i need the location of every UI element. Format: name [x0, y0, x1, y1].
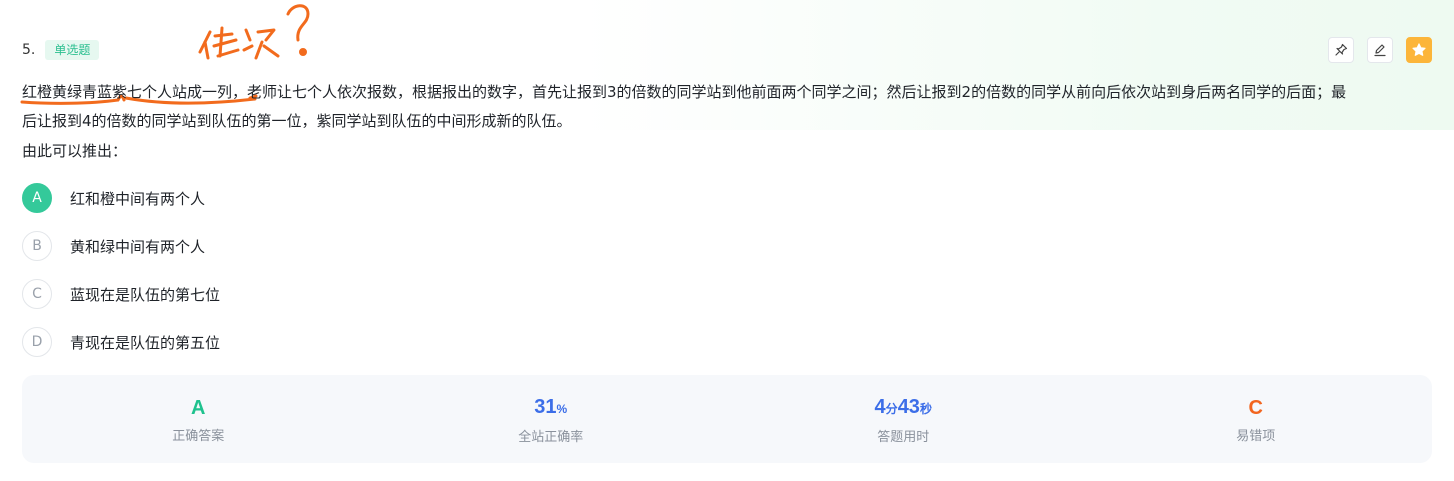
error-prone-value: C — [1248, 396, 1263, 419]
option-letter: A — [22, 183, 52, 213]
stem-line-2: 后让报到4的倍数的同学站到队伍的第一位，紫同学站到队伍的中间形成新的队伍。 — [22, 112, 572, 130]
option-c[interactable]: C 蓝现在是队伍的第七位 — [22, 278, 220, 310]
error-prone-label: 易错项 — [1236, 428, 1276, 444]
stat-correct-answer: A 正确答案 — [22, 375, 375, 463]
time-minutes-unit: 分 — [885, 401, 898, 416]
option-b[interactable]: B 黄和绿中间有两个人 — [22, 230, 205, 262]
question-number: 5. — [22, 42, 36, 58]
question-toolbar — [1328, 37, 1432, 63]
stat-time: 4分43秒 答题用时 — [727, 375, 1080, 463]
pin-icon — [1335, 43, 1348, 56]
question-type-badge: 单选题 — [45, 40, 100, 60]
edit-button[interactable] — [1367, 37, 1393, 63]
option-letter: D — [22, 327, 52, 357]
option-letter: B — [22, 231, 52, 261]
edit-icon — [1374, 44, 1386, 57]
answer-stats-panel: A 正确答案 31% 全站正确率 4分43秒 答题用时 C 易错项 — [22, 375, 1432, 463]
stat-accuracy: 31% 全站正确率 — [375, 375, 728, 463]
favorite-button[interactable] — [1406, 37, 1432, 63]
stem-line-1: 红橙黄绿青蓝紫七个人站成一列，老师让七个人依次报数，根据报出的数字，首先让报到3… — [22, 83, 1347, 101]
question-header: 5. 单选题 — [22, 38, 100, 62]
time-value: 4分43秒 — [875, 394, 932, 422]
question-page: 5. 单选题 红橙黄绿青蓝紫七个人站成一列，老师让七个人依次报数，根据报出的数字… — [0, 0, 1454, 481]
option-letter: C — [22, 279, 52, 309]
star-icon — [1412, 43, 1426, 56]
question-stem: 红橙黄绿青蓝紫七个人站成一列，老师让七个人依次报数，根据报出的数字，首先让报到3… — [22, 78, 1434, 136]
accuracy-value: 31% — [534, 394, 567, 422]
time-seconds: 43 — [897, 395, 920, 418]
option-text: 红和橙中间有两个人 — [70, 189, 206, 208]
option-text: 蓝现在是队伍的第七位 — [70, 285, 221, 304]
correct-answer-label: 正确答案 — [172, 428, 225, 444]
correct-answer-value: A — [191, 396, 206, 419]
option-a[interactable]: A 红和橙中间有两个人 — [22, 182, 205, 214]
time-seconds-unit: 秒 — [919, 401, 932, 416]
accuracy-label: 全站正确率 — [518, 429, 584, 445]
option-d[interactable]: D 青现在是队伍的第五位 — [22, 326, 220, 358]
time-minutes: 4 — [874, 395, 886, 418]
stat-error-prone: C 易错项 — [1080, 375, 1433, 463]
option-text: 青现在是队伍的第五位 — [70, 333, 221, 352]
option-text: 黄和绿中间有两个人 — [70, 237, 206, 256]
accuracy-unit: % — [556, 401, 568, 416]
time-label: 答题用时 — [877, 429, 930, 445]
pin-button[interactable] — [1328, 37, 1354, 63]
stem-line-3: 由此可以推出： — [22, 142, 128, 160]
accuracy-number: 31 — [534, 395, 557, 418]
